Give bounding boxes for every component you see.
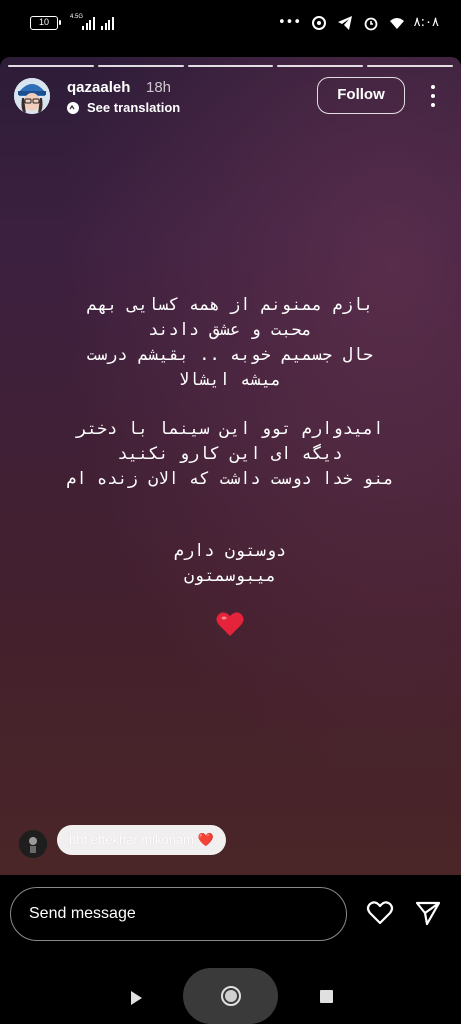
story-text-line: میبوسمتون [183, 566, 277, 586]
dots-icon: ••• [277, 15, 301, 30]
progress-segment [367, 65, 453, 67]
telegram-icon [338, 16, 352, 30]
story-text-line: بازم ممنونم از همه کسایی بهم [86, 295, 374, 315]
send-message-placeholder: Send message [29, 905, 136, 922]
back-icon[interactable] [128, 990, 144, 1006]
username[interactable]: qazaaleh [67, 79, 130, 96]
story-text-line: دیگه ای این کارو نکنید [117, 444, 343, 464]
status-bar: 10 4.5G ••• ۸:۰۸ [0, 0, 461, 46]
reply-bubble: bht eftekhar mikonam ❤️ [57, 825, 226, 855]
story-text-line: میشه ایشالا [178, 370, 282, 390]
system-nav-bar [0, 960, 461, 1024]
home-icon-dot [225, 990, 237, 1002]
story-text-line: حال جسمیم خوبه .. بقیشم درست [86, 345, 374, 365]
reply-heart-icon: ❤️ [197, 832, 214, 847]
story-progress [8, 65, 453, 67]
recent-apps-icon[interactable] [320, 990, 333, 1003]
red-heart-icon [216, 612, 244, 636]
alarm-icon [364, 17, 378, 31]
progress-segment [277, 65, 364, 67]
story-text-line: محبت و عشق دادند [148, 320, 312, 340]
post-time: 18h [146, 79, 172, 96]
progress-segment [187, 65, 274, 67]
heart-outline-icon[interactable] [366, 899, 394, 927]
story-text-paragraph-1: بازم ممنونم از همه کسایی بهم محبت و عشق … [20, 293, 440, 393]
see-translation[interactable]: See translation [66, 100, 180, 115]
send-message-input[interactable]: Send message [10, 887, 347, 941]
see-translation-label: See translation [87, 100, 181, 115]
reply-text: bht eftekhar mikonam [69, 832, 195, 847]
battery-icon: 10 [30, 16, 61, 30]
story-text-line: منو خدا دوست داشت که الان زنده ام [66, 469, 394, 489]
story-view[interactable]: qazaaleh 18h See translation Follow بازم… [0, 57, 461, 875]
story-text-line: امیدوارم توو این سینما با دختر [76, 419, 384, 439]
battery-level: 10 [38, 17, 49, 27]
reply-avatar [19, 830, 47, 858]
translate-icon [67, 101, 79, 114]
vpn-icon [312, 16, 326, 30]
story-text-line: دوستون دارم [173, 541, 287, 561]
follow-button[interactable]: Follow [317, 77, 405, 114]
status-icons: ••• [278, 14, 405, 32]
wifi-icon [390, 18, 404, 29]
progress-segment [8, 65, 94, 67]
more-options-icon[interactable] [425, 85, 441, 107]
story-text-paragraph-3: دوستون دارم میبوسمتون [20, 539, 440, 589]
avatar[interactable] [14, 78, 50, 114]
clock: ۸:۰۸ [413, 15, 439, 30]
progress-segment [97, 65, 184, 67]
signal-icon-2 [101, 16, 114, 30]
paper-plane-icon[interactable] [414, 899, 442, 927]
home-button[interactable] [183, 968, 278, 1024]
story-text-paragraph-2: امیدوارم توو این سینما با دختر دیگه ای ا… [20, 417, 440, 492]
signal-icon [82, 16, 95, 30]
